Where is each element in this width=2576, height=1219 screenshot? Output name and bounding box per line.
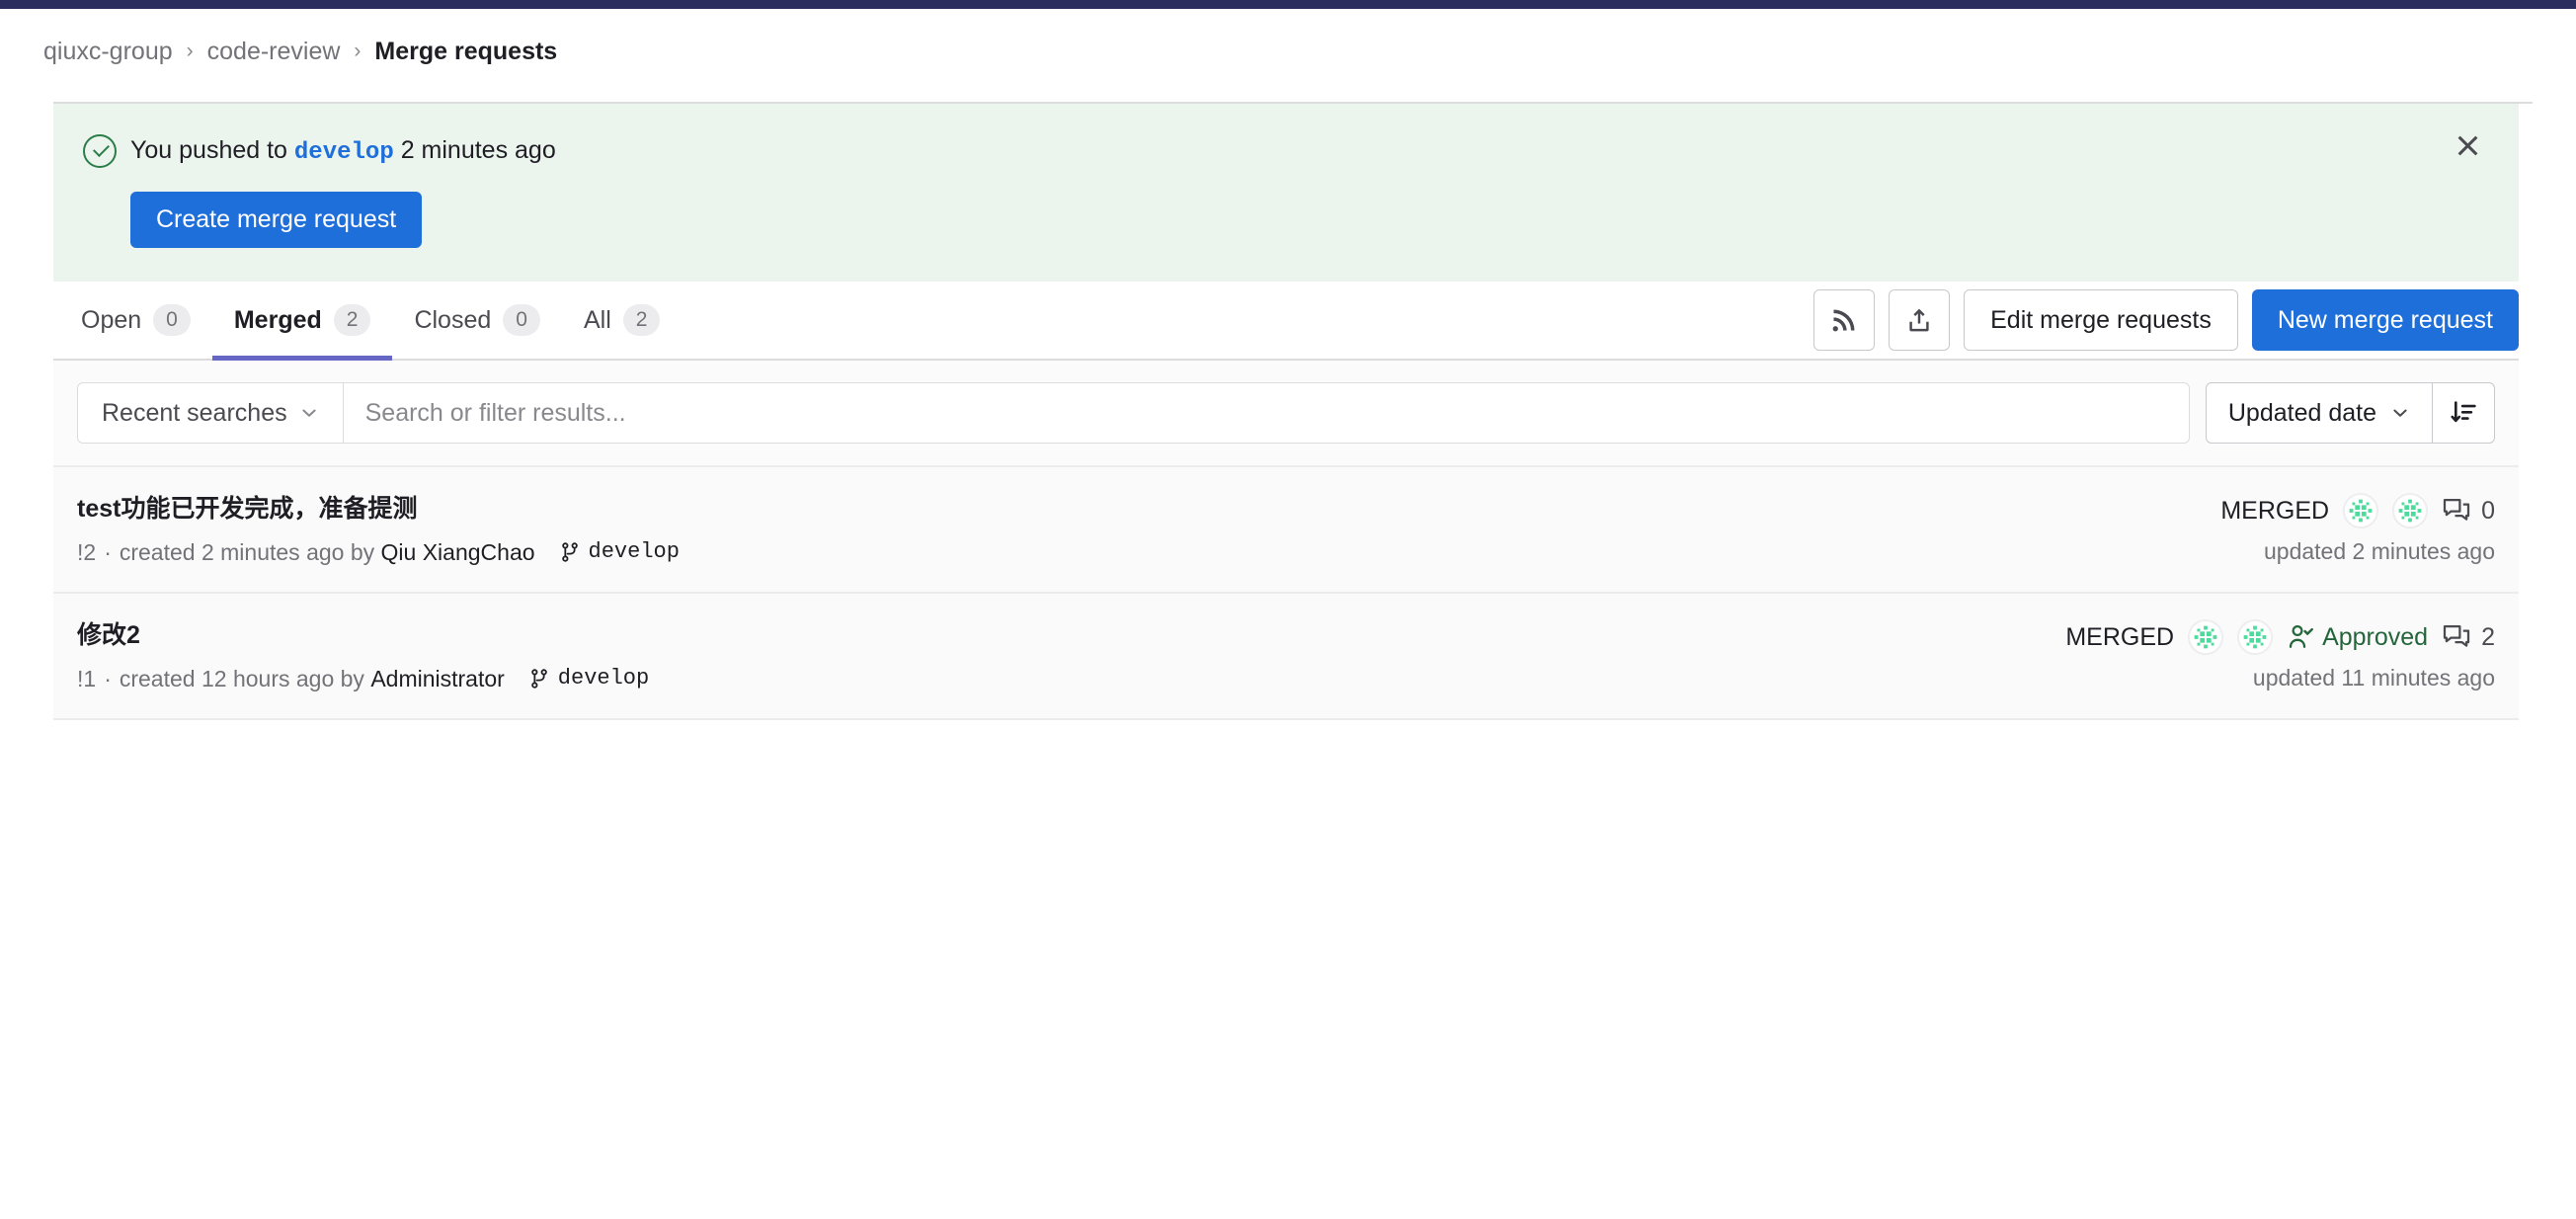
table-row[interactable]: test功能已开发完成，准备提测 !2 · created 2 minutes … [53, 467, 2519, 594]
status-badge: MERGED [2065, 622, 2175, 651]
merge-request-title[interactable]: 修改2 [77, 617, 649, 653]
merge-request-updated: updated 2 minutes ago [2263, 538, 2495, 564]
avatar[interactable] [2392, 493, 2429, 528]
comment-count[interactable]: 2 [2442, 622, 2495, 652]
sort-field-dropdown[interactable]: Updated date [2207, 383, 2433, 443]
breadcrumb-bar: qiuxc-group › code-review › Merge reques… [0, 9, 2576, 88]
approved-badge: Approved [2287, 623, 2428, 652]
tab-all-label: All [583, 305, 611, 334]
rss-feed-icon [1832, 309, 1855, 332]
merge-request-branch[interactable]: develop [559, 536, 680, 568]
chevron-down-icon [2393, 409, 2407, 417]
export-button[interactable] [1889, 289, 1951, 351]
page-title: Merge requests [374, 38, 558, 65]
banner-text-before: You pushed to [130, 136, 287, 164]
merge-request-status-line: MERGED [2065, 619, 2495, 655]
merge-request-iid: !1 [77, 666, 97, 691]
comment-count-value: 0 [2481, 496, 2495, 525]
search-filter-bar: Recent searches [77, 382, 2190, 444]
merge-request-author[interactable]: Qiu XiangChao [381, 536, 535, 568]
branch-name: develop [588, 539, 680, 564]
merge-request-iid: !2 [77, 539, 97, 565]
merge-requests-page: qiuxc-group › code-review › Merge reques… [0, 0, 2576, 1219]
meta-separator: · [104, 539, 112, 565]
merge-request-updated: updated 11 minutes ago [2252, 665, 2495, 691]
breadcrumb-group-link[interactable]: qiuxc-group [43, 38, 173, 66]
merge-request-tabs-row: Open 0 Merged 2 Closed 0 All 2 Edit merg… [53, 282, 2519, 361]
breadcrumb: qiuxc-group › code-review › Merge reques… [43, 38, 2576, 66]
merge-request-branch[interactable]: develop [528, 663, 649, 694]
merge-request-meta: !1 · created 12 hours ago by Administrat… [77, 663, 649, 694]
comment-icon [2443, 625, 2470, 647]
merge-request-info: 修改2 !1 · created 12 hours ago by Adminis… [77, 615, 649, 694]
export-upload-icon [1909, 308, 1929, 332]
edit-merge-requests-button[interactable]: Edit merge requests [1964, 289, 2238, 351]
tab-all[interactable]: All 2 [562, 282, 682, 359]
branch-name: develop [557, 666, 650, 691]
user-check-icon [2289, 625, 2314, 648]
avatar[interactable] [2237, 619, 2274, 655]
banner-body: You pushed to develop 2 minutes ago Crea… [124, 130, 2489, 248]
merge-request-status-line: MERGED [2070, 493, 2495, 528]
new-merge-request-button[interactable]: New merge request [2251, 289, 2519, 351]
tab-actions: Edit merge requests New merge request [1813, 289, 2519, 351]
merge-request-list: test功能已开发完成，准备提测 !2 · created 2 minutes … [53, 467, 2519, 720]
merge-request-status-block: MERGED [2070, 489, 2495, 565]
merge-request-author[interactable]: Administrator [370, 663, 504, 694]
chevron-down-icon [301, 409, 316, 417]
merge-request-created: created 12 hours ago by [119, 666, 364, 691]
filter-sort-row: Recent searches Updated date [53, 361, 2519, 467]
comment-icon [2443, 499, 2470, 521]
tab-closed[interactable]: Closed 0 [392, 282, 562, 359]
tab-merged-count: 2 [333, 304, 371, 336]
sort-direction-button[interactable] [2433, 383, 2494, 443]
meta-separator: · [104, 666, 112, 691]
sort-descending-icon [2451, 401, 2476, 423]
search-input[interactable] [343, 383, 2189, 443]
rss-feed-button[interactable] [1813, 289, 1876, 351]
merge-request-created: created 2 minutes ago by [119, 539, 375, 565]
avatar[interactable] [2343, 493, 2379, 528]
git-branch-icon [561, 542, 578, 562]
merge-request-meta: !2 · created 2 minutes ago by Qiu XiangC… [77, 536, 680, 568]
table-row[interactable]: 修改2 !1 · created 12 hours ago by Adminis… [53, 594, 2519, 720]
tab-closed-label: Closed [414, 305, 492, 334]
tab-open-count: 0 [153, 304, 191, 336]
push-notification-banner: You pushed to develop 2 minutes ago Crea… [53, 104, 2519, 282]
tab-all-count: 2 [622, 304, 661, 336]
merge-request-status-block: MERGED [2065, 615, 2495, 691]
git-branch-icon [531, 669, 547, 689]
create-merge-request-button[interactable]: Create merge request [130, 192, 423, 248]
tab-closed-count: 0 [503, 304, 540, 336]
merge-request-info: test功能已开发完成，准备提测 !2 · created 2 minutes … [77, 489, 680, 568]
tab-open-label: Open [81, 305, 142, 334]
merge-request-title[interactable]: test功能已开发完成，准备提测 [77, 491, 680, 527]
comment-count[interactable]: 0 [2442, 496, 2495, 526]
banner-icon-wrap [83, 130, 124, 168]
avatar[interactable] [2188, 619, 2224, 655]
comment-count-value: 2 [2481, 622, 2495, 651]
banner-message: You pushed to develop 2 minutes ago [130, 130, 2489, 170]
breadcrumb-separator-icon: › [354, 39, 362, 62]
tab-open[interactable]: Open 0 [59, 282, 212, 359]
state-tabs: Open 0 Merged 2 Closed 0 All 2 [59, 282, 682, 361]
sort-controls: Updated date [2205, 382, 2495, 444]
check-circle-icon [83, 134, 117, 168]
sort-field-label: Updated date [2227, 398, 2376, 427]
tab-merged-label: Merged [233, 305, 322, 334]
top-navigation-strip [0, 0, 2576, 9]
recent-searches-dropdown[interactable]: Recent searches [78, 383, 344, 443]
breadcrumb-separator-icon: › [186, 39, 194, 62]
recent-searches-label: Recent searches [102, 398, 287, 427]
status-badge: MERGED [2220, 496, 2330, 525]
banner-branch-link[interactable]: develop [294, 139, 394, 166]
approved-label: Approved [2322, 622, 2429, 651]
banner-text-after: 2 minutes ago [400, 136, 556, 164]
close-icon[interactable] [2452, 129, 2485, 163]
tab-merged[interactable]: Merged 2 [211, 282, 393, 361]
breadcrumb-project-link[interactable]: code-review [207, 38, 341, 66]
